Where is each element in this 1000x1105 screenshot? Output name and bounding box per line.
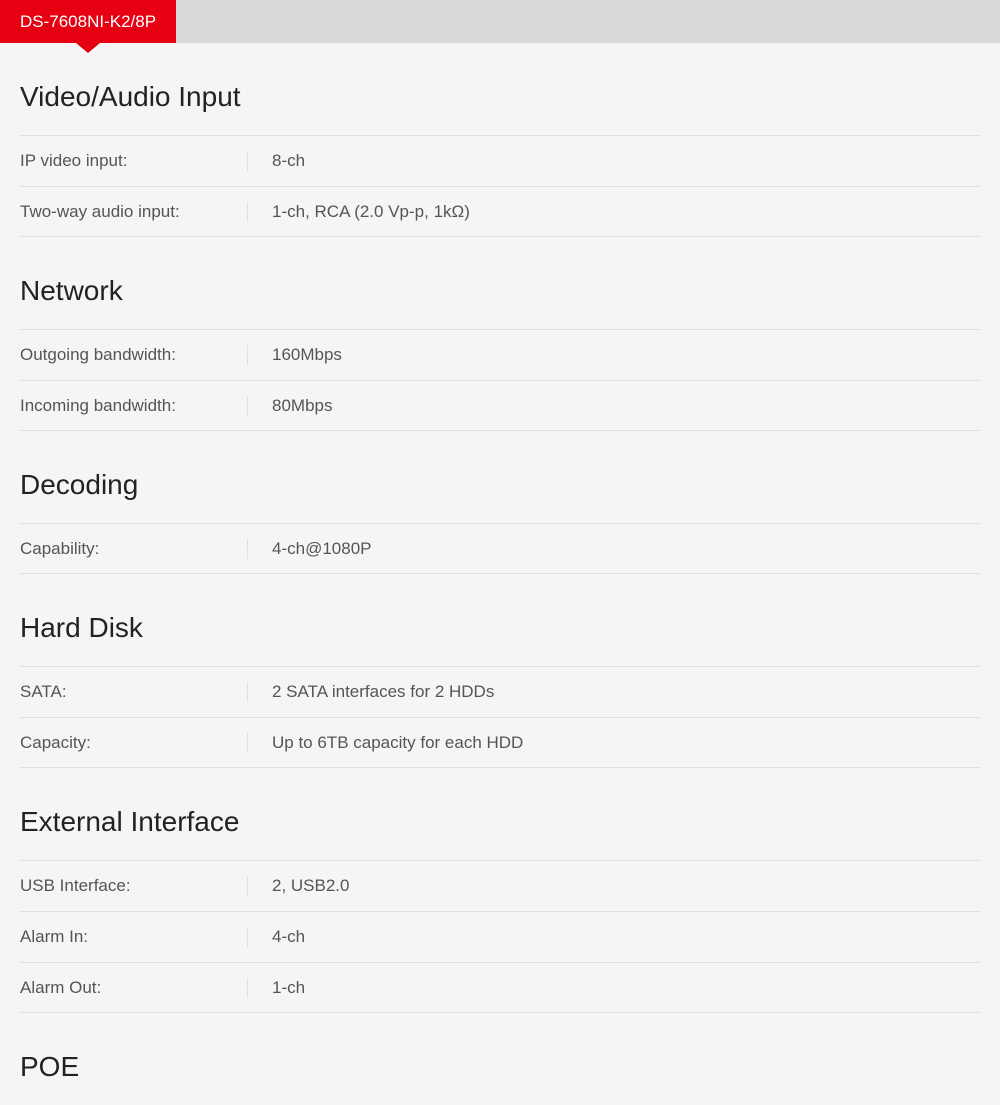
spec-row: Alarm Out:1-ch — [20, 962, 980, 1013]
product-tab[interactable]: DS-7608NI-K2/8P — [0, 0, 176, 43]
spec-row: Incoming bandwidth:80Mbps — [20, 380, 980, 431]
spec-value: 4-ch@1080P — [248, 539, 372, 559]
spec-value: 1-ch — [248, 978, 305, 998]
tab-bar: DS-7608NI-K2/8P — [0, 0, 1000, 43]
spec-row: SATA:2 SATA interfaces for 2 HDDs — [20, 666, 980, 717]
section-title: Network — [20, 237, 980, 329]
spec-label: Capability: — [20, 539, 248, 559]
spec-row: Capability:4-ch@1080P — [20, 523, 980, 574]
section-title: POE — [20, 1013, 980, 1105]
spec-label: Incoming bandwidth: — [20, 396, 248, 416]
spec-value: 2 SATA interfaces for 2 HDDs — [248, 682, 494, 702]
spec-label: IP video input: — [20, 151, 248, 171]
spec-row: Outgoing bandwidth:160Mbps — [20, 329, 980, 380]
section-title: Video/Audio Input — [20, 43, 980, 135]
spec-label: Alarm Out: — [20, 978, 248, 998]
spec-label: USB Interface: — [20, 876, 248, 896]
spec-row: Two-way audio input:1-ch, RCA (2.0 Vp-p,… — [20, 186, 980, 237]
spec-value: Up to 6TB capacity for each HDD — [248, 733, 523, 753]
spec-value: 160Mbps — [248, 345, 342, 365]
spec-value: 4-ch — [248, 927, 305, 947]
section-title: Hard Disk — [20, 574, 980, 666]
product-tab-label: DS-7608NI-K2/8P — [20, 12, 156, 32]
spec-label: SATA: — [20, 682, 248, 702]
spec-row: Capacity:Up to 6TB capacity for each HDD — [20, 717, 980, 768]
spec-value: 2, USB2.0 — [248, 876, 350, 896]
spec-label: Two-way audio input: — [20, 202, 248, 222]
section-title: External Interface — [20, 768, 980, 860]
section-title: Decoding — [20, 431, 980, 523]
spec-row: Alarm In:4-ch — [20, 911, 980, 962]
spec-content: Video/Audio InputIP video input:8-chTwo-… — [0, 43, 1000, 1105]
spec-label: Outgoing bandwidth: — [20, 345, 248, 365]
spec-value: 8-ch — [248, 151, 305, 171]
spec-label: Capacity: — [20, 733, 248, 753]
spec-value: 80Mbps — [248, 396, 332, 416]
spec-value: 1-ch, RCA (2.0 Vp-p, 1kΩ) — [248, 202, 470, 222]
spec-row: IP video input:8-ch — [20, 135, 980, 186]
spec-label: Alarm In: — [20, 927, 248, 947]
spec-row: USB Interface:2, USB2.0 — [20, 860, 980, 911]
